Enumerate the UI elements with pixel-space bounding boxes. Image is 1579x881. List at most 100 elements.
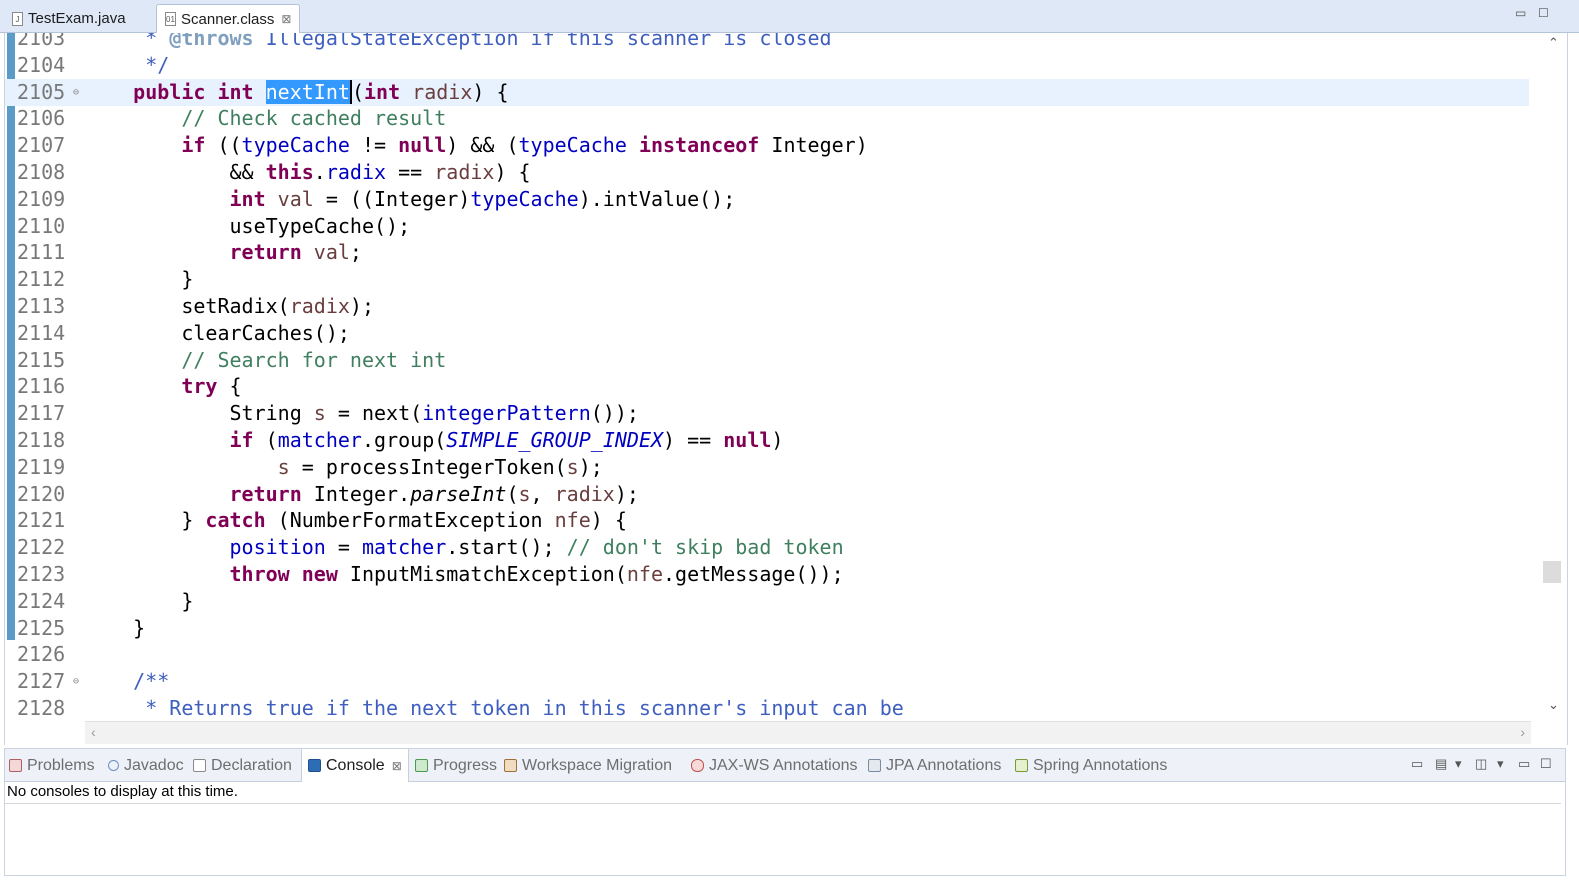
code-line[interactable]: 2126 bbox=[5, 641, 1529, 668]
tab-workspace-migration[interactable]: Workspace Migration bbox=[504, 749, 672, 782]
open-console-icon[interactable]: ◫ bbox=[1475, 756, 1487, 772]
code-line[interactable]: 2122 position = matcher.start(); // don'… bbox=[5, 534, 1529, 561]
close-icon[interactable]: ⊠ bbox=[392, 759, 402, 773]
tab-jax-ws-annotations[interactable]: JAX-WS Annotations bbox=[691, 749, 858, 782]
line-number: 2112 bbox=[17, 267, 66, 292]
horizontal-scrollbar[interactable]: ‹ › bbox=[85, 721, 1531, 744]
code-text: throw new InputMismatchException(nfe.get… bbox=[229, 562, 844, 586]
code-text: String s = next(integerPattern()); bbox=[85, 401, 639, 426]
code-line[interactable]: 2104 */ bbox=[5, 52, 1529, 79]
code-line[interactable]: 2114 clearCaches(); bbox=[5, 320, 1529, 347]
code-text: setRadix(radix); bbox=[85, 294, 375, 318]
code-line[interactable]: 2120 return Integer.parseInt(s, radix); bbox=[5, 481, 1529, 508]
tab-problems[interactable]: Problems bbox=[9, 749, 95, 782]
vertical-scrollbar[interactable]: ⌃ ⌄ bbox=[1541, 33, 1567, 721]
fold-toggle-icon[interactable]: ⊖ bbox=[73, 668, 79, 695]
close-icon[interactable]: ⊠ bbox=[281, 12, 291, 26]
code-line[interactable]: 2121 } catch (NumberFormatException nfe)… bbox=[5, 507, 1529, 534]
code-line[interactable]: 2124 } bbox=[5, 588, 1529, 615]
pin-console-icon[interactable]: ▭ bbox=[1411, 756, 1423, 772]
tab-javadoc[interactable]: Javadoc bbox=[108, 749, 184, 782]
line-number: 2124 bbox=[17, 588, 66, 613]
tab-label: TestExam.java bbox=[28, 10, 126, 27]
code-text: } bbox=[85, 615, 146, 640]
minimize-icon[interactable]: ▭ bbox=[1515, 6, 1526, 20]
minimize-icon[interactable]: ▭ bbox=[1518, 756, 1530, 772]
code-line[interactable]: 2107 if ((typeCache != null) && (typeCac… bbox=[5, 132, 1529, 159]
maximize-icon[interactable]: ☐ bbox=[1538, 6, 1549, 20]
code-line[interactable]: 2117 String s = next(integerPattern()); bbox=[5, 400, 1529, 427]
editor-tab-bar: J TestExam.java 01 Scanner.class ⊠ ▭ ☐ bbox=[0, 0, 1579, 33]
code-line[interactable]: 2123 throw new InputMismatchException(nf… bbox=[5, 561, 1529, 588]
scroll-right-icon[interactable]: › bbox=[1520, 724, 1525, 740]
code-line[interactable]: 2119 s = processIntegerToken(s); bbox=[5, 454, 1529, 481]
scroll-left-icon[interactable]: ‹ bbox=[91, 724, 96, 740]
line-number: 2111 bbox=[17, 240, 66, 265]
class-file-icon: 01 bbox=[165, 12, 176, 26]
line-number: 2116 bbox=[17, 374, 66, 399]
code-line[interactable]: 2125 } bbox=[5, 615, 1529, 642]
line-number: 2120 bbox=[17, 481, 66, 506]
scroll-up-icon[interactable]: ⌃ bbox=[1548, 35, 1559, 51]
scroll-down-icon[interactable]: ⌄ bbox=[1548, 697, 1559, 713]
tab-label: Scanner.class bbox=[181, 10, 275, 28]
code-line[interactable]: 2128 * Returns true if the next token in… bbox=[5, 695, 1529, 722]
code-text: int val = ((Integer)typeCache).intValue(… bbox=[229, 186, 736, 211]
code-line[interactable]: 2112 } bbox=[5, 266, 1529, 293]
code-line[interactable]: 2115 // Search for next int bbox=[5, 347, 1529, 374]
jax-ws-icon bbox=[691, 759, 704, 772]
line-number: 2103 bbox=[17, 33, 66, 50]
console-icon bbox=[308, 759, 321, 772]
line-number: 2110 bbox=[17, 213, 66, 238]
code-line[interactable]: 2103 * @throws IllegalStateException if … bbox=[5, 33, 1529, 52]
code-text: return val; bbox=[229, 240, 362, 265]
code-line[interactable]: 2110 useTypeCache(); bbox=[5, 213, 1529, 240]
javadoc-icon bbox=[108, 760, 119, 771]
tab-spring-annotations[interactable]: Spring Annotations bbox=[1015, 749, 1167, 782]
code-text: useTypeCache(); bbox=[85, 213, 411, 238]
tab-label: JAX-WS Annotations bbox=[709, 756, 858, 774]
code-line[interactable]: 2108 && this.radix == radix) { bbox=[5, 159, 1529, 186]
maximize-icon[interactable]: ☐ bbox=[1540, 756, 1552, 772]
code-line[interactable]: 2113 setRadix(radix); bbox=[5, 293, 1529, 320]
bottom-view-panel: Problems Javadoc Declaration Console ⊠ P… bbox=[4, 748, 1566, 876]
fold-toggle-icon[interactable]: ⊖ bbox=[73, 79, 79, 106]
code-line[interactable]: 2109 int val = ((Integer)typeCache).intV… bbox=[5, 186, 1529, 213]
code-text: try { bbox=[181, 374, 242, 399]
line-number: 2128 bbox=[17, 696, 66, 720]
scroll-thumb[interactable] bbox=[1543, 561, 1561, 583]
line-number: 2106 bbox=[17, 106, 66, 131]
tab-label: Declaration bbox=[211, 756, 292, 774]
tab-label: Javadoc bbox=[124, 756, 184, 774]
spring-icon bbox=[1015, 759, 1028, 772]
tab-console[interactable]: Console ⊠ bbox=[301, 749, 409, 782]
chevron-down-icon[interactable]: ▾ bbox=[1497, 756, 1504, 772]
code-line[interactable]: 2127 ⊖ /** bbox=[5, 668, 1529, 695]
line-number: 2118 bbox=[17, 428, 66, 452]
problems-icon bbox=[9, 759, 22, 772]
tab-testexam-java[interactable]: J TestExam.java bbox=[4, 4, 134, 33]
tab-jpa-annotations[interactable]: JPA Annotations bbox=[868, 749, 1001, 782]
code-text: /** bbox=[85, 669, 170, 694]
code-line[interactable]: 2106 // Check cached result bbox=[5, 105, 1529, 132]
line-number: 2114 bbox=[17, 320, 66, 345]
line-number: 2122 bbox=[17, 535, 66, 560]
display-console-icon[interactable]: ▤ bbox=[1435, 756, 1447, 772]
code-text: s = processIntegerToken(s); bbox=[277, 454, 603, 479]
code-line[interactable]: 2105 ⊖ public int nextInt (int radix) { bbox=[5, 78, 1529, 106]
code-text: return Integer.parseInt(s, radix); bbox=[229, 481, 639, 506]
code-text: clearCaches(); bbox=[85, 320, 350, 345]
code-line[interactable]: 2118 if (matcher.group(SIMPLE_GROUP_INDE… bbox=[5, 427, 1529, 454]
tab-declaration[interactable]: Declaration bbox=[193, 749, 292, 782]
tab-scanner-class[interactable]: 01 Scanner.class ⊠ bbox=[156, 4, 301, 33]
workspace-migration-icon bbox=[504, 759, 517, 772]
code-line[interactable]: 2116 try { bbox=[5, 373, 1529, 400]
tab-label: Progress bbox=[433, 756, 498, 774]
chevron-down-icon[interactable]: ▾ bbox=[1455, 756, 1462, 772]
tab-progress[interactable]: Progress bbox=[415, 749, 497, 782]
code-editor[interactable]: 2103 * @throws IllegalStateException if … bbox=[4, 33, 1568, 745]
line-number: 2104 bbox=[17, 52, 66, 77]
code-line[interactable]: 2111 return val; bbox=[5, 239, 1529, 266]
console-empty-message: No consoles to display at this time. bbox=[7, 783, 238, 800]
line-number: 2119 bbox=[17, 454, 66, 479]
